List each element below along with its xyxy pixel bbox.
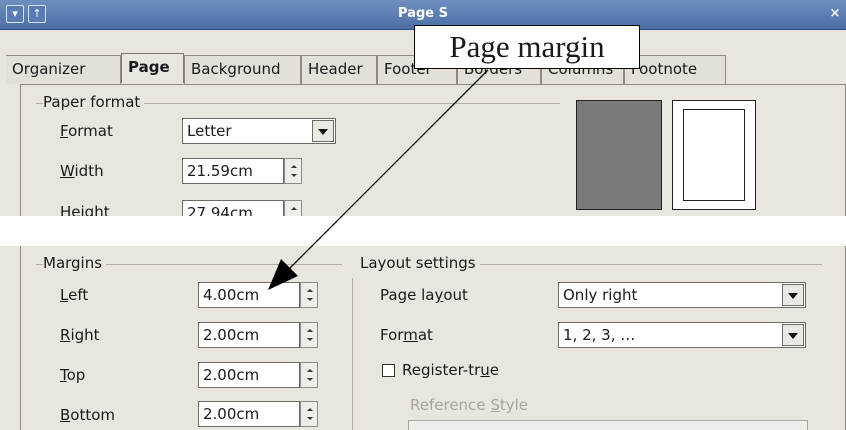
page-layout-select[interactable]: Only right (558, 282, 806, 308)
window-title: Page S (398, 6, 448, 21)
reference-style-label: Reference Style (410, 396, 528, 414)
left-margin-label: Left (60, 286, 89, 304)
numbering-format-label: Format (380, 326, 433, 344)
tab-page[interactable]: Page (121, 53, 184, 83)
register-true-label: Register-true (402, 361, 500, 379)
page-preview (672, 100, 756, 210)
left-margin-spinner[interactable] (300, 282, 318, 308)
numbering-format-select[interactable]: 1, 2, 3, … (558, 322, 806, 348)
tab-background[interactable]: Background (184, 55, 301, 84)
left-margin-input[interactable]: 4.00cm (198, 282, 300, 308)
layout-settings-heading: Layout settings (360, 254, 480, 272)
top-margin-label: Top (60, 366, 86, 384)
width-input[interactable]: 21.59cm (182, 158, 284, 184)
reference-style-select[interactable] (408, 420, 808, 430)
width-label: Width (60, 162, 104, 180)
format-label: Format (60, 122, 113, 140)
page-margin-callout: Page margin (414, 25, 640, 69)
right-margin-input[interactable]: 2.00cm (198, 322, 300, 348)
page-layout-dropdown-button[interactable] (782, 284, 804, 306)
bottom-margin-label: Bottom (60, 406, 116, 424)
tab-header[interactable]: Header (301, 55, 377, 84)
layout-separator (352, 278, 353, 430)
paper-format-heading: Paper format (43, 93, 145, 111)
margins-heading: Margins (43, 254, 107, 272)
right-margin-spinner[interactable] (300, 322, 318, 348)
top-margin-spinner[interactable] (300, 362, 318, 388)
screenshot-cut (0, 216, 846, 246)
register-true-checkbox[interactable] (382, 364, 395, 377)
close-icon: × (829, 6, 841, 21)
format-dropdown-button[interactable] (312, 120, 334, 142)
bottom-margin-spinner[interactable] (300, 401, 318, 427)
page-preview-background (576, 100, 662, 210)
close-button[interactable]: × (826, 5, 844, 23)
page-layout-label: Page layout (380, 286, 468, 304)
tab-organizer[interactable]: Organizer (6, 55, 121, 84)
page-preview-margin-box (683, 109, 745, 201)
bottom-margin-input[interactable]: 2.00cm (198, 401, 300, 427)
right-margin-label: Right (60, 326, 100, 344)
numbering-format-dropdown-button[interactable] (782, 324, 804, 346)
width-spinner[interactable] (284, 158, 302, 184)
top-margin-input[interactable]: 2.00cm (198, 362, 300, 388)
